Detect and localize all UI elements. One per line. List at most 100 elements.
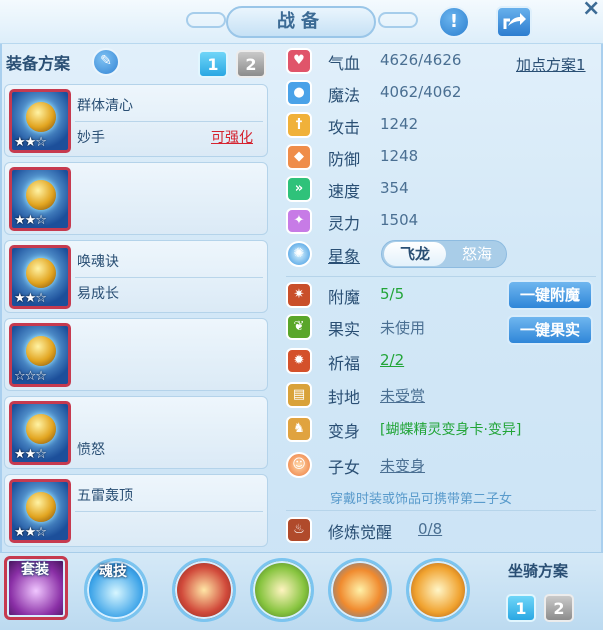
equipment-trait: 愤怒 <box>77 442 105 458</box>
equipment-icon-helmet: ★★☆ <box>9 167 71 231</box>
second-child-hint: 穿戴时装或饰品可携带第二子女 <box>330 492 513 507</box>
transform-label: 变身 <box>328 422 361 441</box>
equipment-name: 唤魂诀 <box>77 254 119 270</box>
soul-skill-slot[interactable]: 魂技 <box>84 558 148 622</box>
equipment-icon-belt: ★★☆ <box>9 401 71 465</box>
star-sign-icon: ✺ <box>286 241 312 267</box>
auto-fruit-button[interactable]: 一键果实 <box>507 315 593 345</box>
child-icon: ☺ <box>286 452 312 478</box>
suit-skill-slot[interactable]: 套装 <box>4 556 68 620</box>
heart-icon: ♥ <box>286 48 312 74</box>
mount-plan-title: 坐骑方案 <box>508 562 569 580</box>
skill-slot-wave[interactable] <box>328 558 392 622</box>
stat-value: 354 <box>380 179 409 197</box>
title-bar: 战备 ! × <box>0 0 603 44</box>
child-value[interactable]: 未变身 <box>380 455 425 476</box>
transform-value[interactable]: [蝴蝶精灵变身卡·变异] <box>380 419 521 439</box>
share-button[interactable] <box>496 6 532 38</box>
divider <box>286 510 596 511</box>
equipment-slot-3[interactable]: ★★☆ 唤魂诀 易成长 <box>4 240 268 313</box>
equipment-trait: 妙手 <box>77 130 105 146</box>
equipment-slot-1[interactable]: ★★☆ 群体清心 妙手 可强化 <box>4 84 268 157</box>
mana-icon: ● <box>286 80 312 106</box>
window-title: 战备 <box>226 6 376 38</box>
equipment-icon-armor: ★★☆ <box>9 245 71 309</box>
equipment-slot-2[interactable]: ★★☆ <box>4 162 268 235</box>
equipment-name: 群体清心 <box>77 98 133 114</box>
star-rating: ★★☆ <box>14 213 47 228</box>
stat-label: 防御 <box>328 150 361 169</box>
scroll-icon: ▤ <box>286 382 312 408</box>
shield-icon: ◆ <box>286 144 312 170</box>
plan-2-button[interactable]: 2 <box>236 50 266 78</box>
star-rating: ★★☆ <box>14 135 47 150</box>
star-rating: ★★☆ <box>14 525 47 540</box>
fief-label: 封地 <box>328 388 361 407</box>
star-sign-option-dragon[interactable]: 飞龙 <box>384 242 446 266</box>
edit-plan-icon[interactable]: ✎ <box>92 48 120 76</box>
speed-icon: » <box>286 176 312 202</box>
soul-tag: 魂技 <box>99 564 127 580</box>
equipment-name: 五雷轰顶 <box>77 488 133 504</box>
stat-value: 4062/4062 <box>380 83 462 101</box>
equipment-slot-5[interactable]: ★★☆ 愤怒 <box>4 396 268 469</box>
auto-enchant-button[interactable]: 一键附魔 <box>507 280 593 310</box>
help-icon[interactable]: ! <box>438 6 470 38</box>
equipment-icon-wing: ★★☆ <box>9 89 71 153</box>
enchant-icon: ✷ <box>286 282 312 308</box>
title-ornament-right <box>378 12 418 28</box>
skill-slot-burst[interactable] <box>406 558 470 622</box>
cultivation-value[interactable]: 0/8 <box>418 520 442 538</box>
equipment-slot-6[interactable]: ★★☆ 五雷轰顶 <box>4 474 268 547</box>
blessing-icon: ✹ <box>286 348 312 374</box>
divider <box>286 276 596 277</box>
equipment-trait: 易成长 <box>77 286 119 302</box>
mount-plan-2-button[interactable]: 2 <box>544 594 574 622</box>
blessing-value[interactable]: 2/2 <box>380 351 404 369</box>
equipment-icon-boots: ★★☆ <box>9 479 71 543</box>
divider <box>75 511 263 512</box>
fief-value[interactable]: 未受赏 <box>380 385 425 406</box>
stat-label: 灵力 <box>328 214 361 233</box>
blessing-label: 祈福 <box>328 354 361 373</box>
stat-label: 攻击 <box>328 118 361 137</box>
equipment-plan-panel: 装备方案 ✎ 1 2 ★★☆ 群体清心 妙手 可强化 ★★☆ ★★☆ 唤魂诀 易… <box>4 46 272 547</box>
star-rating: ★★☆ <box>14 447 47 462</box>
equipment-icon-necklace: ☆☆☆ <box>9 323 71 387</box>
suit-tag: 套装 <box>21 562 49 578</box>
title-ornament-left <box>186 12 226 28</box>
divider <box>75 121 263 122</box>
star-rating: ★★☆ <box>14 291 47 306</box>
fruit-value: 未使用 <box>380 319 426 337</box>
star-sign-label[interactable]: 星象 <box>328 243 360 267</box>
enhance-link[interactable]: 可强化 <box>211 127 253 147</box>
mount-plan-1-button[interactable]: 1 <box>506 594 536 622</box>
fruit-label: 果实 <box>328 320 361 339</box>
sword-icon: † <box>286 112 312 138</box>
spirit-icon: ✦ <box>286 208 312 234</box>
transform-icon: ♞ <box>286 416 312 442</box>
close-icon[interactable]: × <box>582 0 603 22</box>
child-label: 子女 <box>328 458 361 477</box>
star-sign-option-sea[interactable]: 怒海 <box>448 242 506 266</box>
stat-label: 魔法 <box>328 86 361 105</box>
cultivation-label: 修炼觉醒 <box>328 523 393 542</box>
divider <box>75 277 263 278</box>
star-sign-toggle[interactable]: 飞龙 怒海 <box>381 240 507 268</box>
attribute-scheme-link[interactable]: 加点方案1 <box>516 54 586 75</box>
skill-slot-fist[interactable] <box>172 558 236 622</box>
enchant-label: 附魔 <box>328 288 361 307</box>
stat-value: 1242 <box>380 115 419 133</box>
plan-1-button[interactable]: 1 <box>198 50 228 78</box>
equipment-slot-4[interactable]: ☆☆☆ <box>4 318 268 391</box>
meditation-icon: ♨ <box>286 517 312 543</box>
share-icon <box>503 13 526 29</box>
star-rating: ☆☆☆ <box>14 369 47 384</box>
enchant-value: 5/5 <box>380 285 405 303</box>
stat-value: 4626/4626 <box>380 51 462 69</box>
stat-label: 气血 <box>328 54 361 73</box>
stat-value: 1504 <box>380 211 419 229</box>
skill-slot-spire[interactable] <box>250 558 314 622</box>
stat-label: 速度 <box>328 182 361 201</box>
fruit-icon: ❦ <box>286 314 312 340</box>
